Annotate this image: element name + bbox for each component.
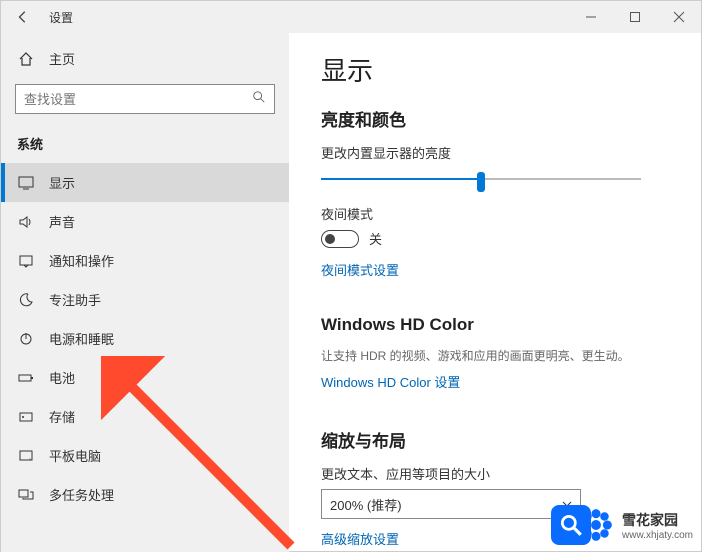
monitor-icon: [17, 174, 35, 192]
brightness-label: 更改内置显示器的亮度: [321, 143, 677, 162]
tablet-icon: [17, 447, 35, 465]
back-button[interactable]: [1, 1, 45, 33]
nav-item-label: 通知和操作: [49, 251, 114, 270]
nav-item-label: 专注助手: [49, 290, 101, 309]
window-title: 设置: [49, 9, 73, 26]
night-mode-label: 夜间模式: [321, 204, 677, 223]
watermark-xuehua: 雪花家园 www.xhjaty.com: [576, 505, 693, 545]
hd-desc: 让支持 HDR 的视频、游戏和应用的画面更明亮、更生动。: [321, 347, 677, 364]
hd-settings-link[interactable]: Windows HD Color 设置: [321, 372, 460, 391]
home-icon: [17, 50, 35, 68]
nav-item-tablet[interactable]: 平板电脑: [1, 436, 289, 475]
notification-icon: [17, 252, 35, 270]
nav-item-sound[interactable]: 声音: [1, 202, 289, 241]
battery-icon: [17, 369, 35, 387]
night-mode-state: 关: [369, 229, 382, 248]
scale-value: 200% (推荐): [330, 495, 402, 514]
search-input[interactable]: [24, 92, 252, 107]
scale-heading: 缩放与布局: [321, 427, 677, 452]
close-button[interactable]: [657, 1, 701, 33]
nav-group-label: 系统: [1, 128, 289, 163]
nav-item-display[interactable]: 显示: [1, 163, 289, 202]
nav-item-power[interactable]: 电源和睡眠: [1, 319, 289, 358]
search-icon: [252, 90, 266, 109]
sidebar: 主页 系统 显示 声音 通知和操作: [1, 33, 289, 552]
speaker-icon: [17, 213, 35, 231]
nav-item-notifications[interactable]: 通知和操作: [1, 241, 289, 280]
nav-item-multitask[interactable]: 多任务处理: [1, 475, 289, 514]
scale-dropdown[interactable]: 200% (推荐): [321, 489, 581, 519]
nav-item-label: 显示: [49, 173, 75, 192]
nav-item-focus[interactable]: 专注助手: [1, 280, 289, 319]
nav-item-battery[interactable]: 电池: [1, 358, 289, 397]
moon-icon: [17, 291, 35, 309]
nav-item-label: 电池: [49, 368, 75, 387]
search-box[interactable]: [15, 84, 275, 114]
power-icon: [17, 330, 35, 348]
nav-item-label: 存储: [49, 407, 75, 426]
hd-heading: Windows HD Color: [321, 315, 677, 335]
titlebar: 设置: [1, 1, 701, 33]
nav-item-label: 多任务处理: [49, 485, 114, 504]
watermark-url: www.xhjaty.com: [622, 530, 693, 541]
night-mode-toggle[interactable]: [321, 230, 359, 248]
advanced-scale-link[interactable]: 高级缩放设置: [321, 529, 399, 548]
nav-item-label: 电源和睡眠: [49, 329, 114, 348]
multitask-icon: [17, 486, 35, 504]
night-mode-settings-link[interactable]: 夜间模式设置: [321, 260, 399, 279]
snowflake-icon: [576, 505, 616, 545]
nav-item-label: 平板电脑: [49, 446, 101, 465]
scale-label: 更改文本、应用等项目的大小: [321, 464, 677, 483]
minimize-button[interactable]: [569, 1, 613, 33]
page-title: 显示: [321, 51, 677, 88]
nav-item-label: 声音: [49, 212, 75, 231]
content-pane: 显示 亮度和颜色 更改内置显示器的亮度 夜间模式 关 夜间模式设置 Window…: [289, 33, 701, 552]
brightness-heading: 亮度和颜色: [321, 106, 677, 131]
home-link[interactable]: 主页: [1, 41, 289, 76]
nav-item-storage[interactable]: 存储: [1, 397, 289, 436]
brightness-slider[interactable]: [321, 168, 641, 190]
storage-icon: [17, 408, 35, 426]
slider-fill: [321, 178, 481, 180]
maximize-button[interactable]: [613, 1, 657, 33]
slider-thumb[interactable]: [477, 172, 485, 192]
watermark-title: 雪花家园: [622, 510, 693, 530]
home-label: 主页: [49, 49, 75, 68]
